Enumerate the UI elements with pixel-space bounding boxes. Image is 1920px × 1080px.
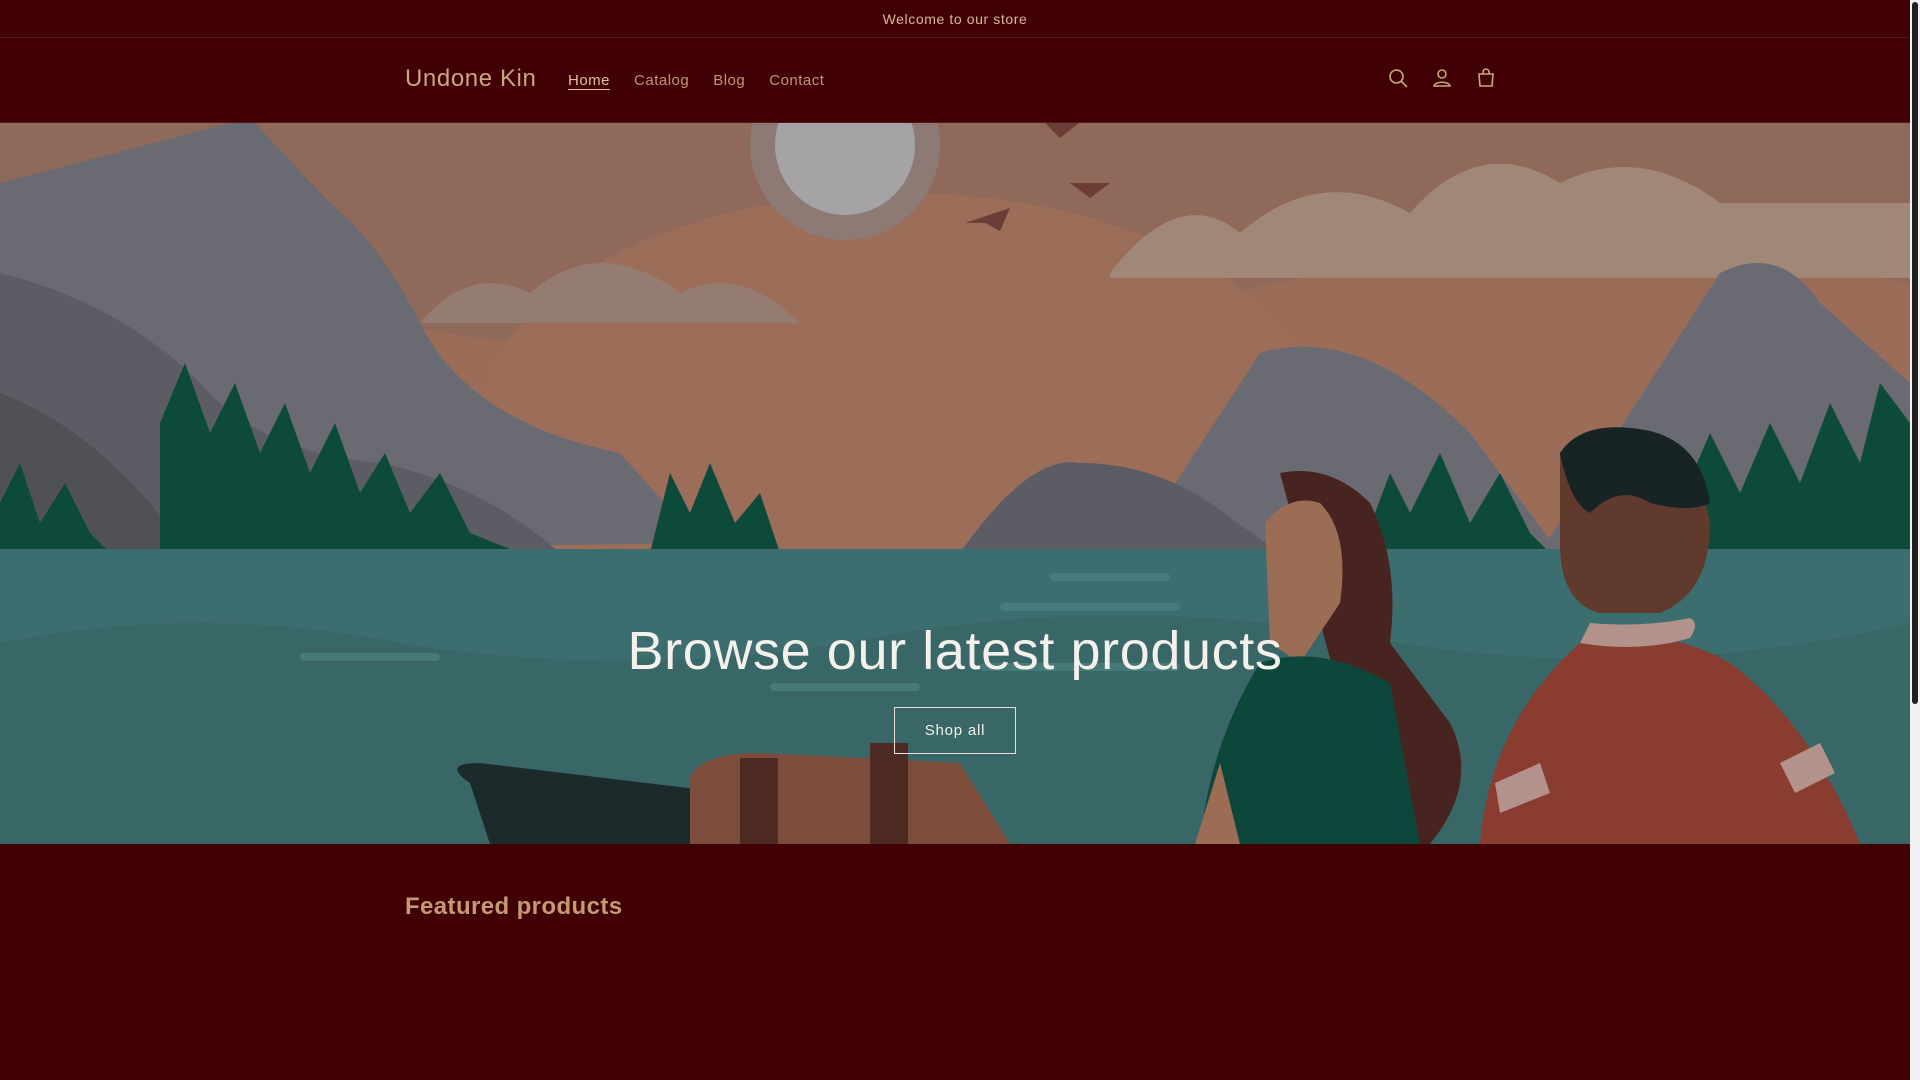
main-nav: Home Catalog Blog Contact: [556, 72, 836, 89]
store-logo[interactable]: Undone Kin: [405, 65, 536, 93]
shop-all-button[interactable]: Shop all: [894, 707, 1016, 754]
search-icon[interactable]: [1380, 60, 1416, 96]
scrollbar-thumb[interactable]: [1912, 2, 1918, 704]
cart-icon[interactable]: [1468, 60, 1504, 96]
hero-title: Browse our latest products: [627, 621, 1283, 681]
header-actions: [1380, 60, 1504, 96]
announcement-bar: Welcome to our store: [0, 0, 1910, 38]
nav-blog[interactable]: Blog: [701, 72, 757, 89]
nav-catalog[interactable]: Catalog: [622, 72, 701, 89]
featured-products-heading: Featured products: [405, 893, 623, 920]
account-icon[interactable]: [1424, 60, 1460, 96]
page-scrollbar[interactable]: [1910, 0, 1920, 1080]
announcement-text: Welcome to our store: [882, 10, 1028, 27]
nav-contact[interactable]: Contact: [757, 72, 836, 89]
store-page: Welcome to our store Undone Kin Home Cat…: [0, 0, 1910, 1080]
site-header: Undone Kin Home Catalog Blog Contact: [0, 39, 1910, 123]
nav-home[interactable]: Home: [556, 72, 622, 89]
hero-banner: Browse our latest products Shop all: [0, 123, 1910, 844]
